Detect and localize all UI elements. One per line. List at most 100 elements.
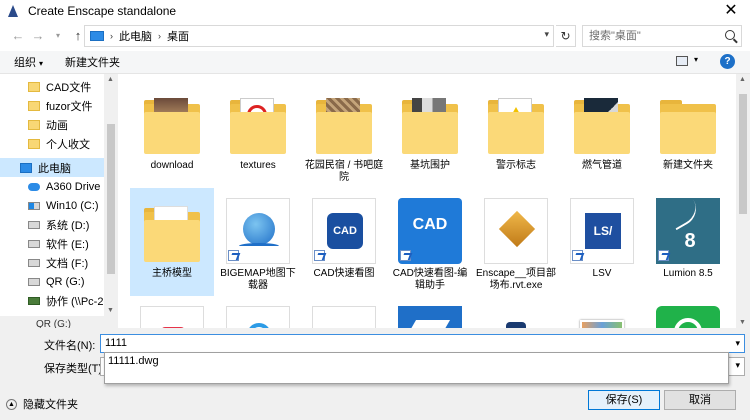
file-item-gas-pipe[interactable]: 燃气管道: [560, 80, 644, 188]
file-item-garden[interactable]: 花园民宿 / 书吧庭院: [302, 80, 386, 188]
sidebar-item-drive-c[interactable]: Win10 (C:): [0, 196, 104, 215]
filename-input[interactable]: 1111 ▾: [100, 334, 745, 353]
scroll-down-icon[interactable]: ▼: [107, 307, 114, 314]
title-bar: Create Enscape standalone ✕: [0, 0, 750, 22]
shortcut-arrow-icon: [658, 250, 669, 261]
folder-icon: [570, 90, 634, 156]
network-drive-icon: [28, 296, 40, 305]
file-item-download[interactable]: download: [130, 80, 214, 188]
address-bar[interactable]: › 此电脑 › 桌面 ▾: [84, 25, 554, 47]
file-item-lumion[interactable]: 8 Lumion 8.5: [646, 188, 730, 296]
scroll-down-icon[interactable]: ▼: [739, 319, 746, 326]
file-item-lsv[interactable]: LS/ LSV: [560, 188, 644, 296]
file-item-partial[interactable]: [388, 296, 472, 328]
folder-icon: [28, 81, 40, 92]
chevron-down-icon[interactable]: ▾: [735, 360, 740, 371]
autocomplete-item[interactable]: 11111.dwg: [108, 355, 159, 367]
drive-icon: [28, 258, 40, 267]
forward-arrow-icon[interactable]: →: [28, 26, 48, 46]
sidebar-item-personal[interactable]: 个人收文: [0, 134, 104, 153]
file-item-partial[interactable]: [474, 296, 558, 328]
sidebar-item-drive-d[interactable]: 系统 (D:): [0, 215, 104, 234]
file-item-partial[interactable]: [216, 296, 300, 328]
sidebar-scrollbar[interactable]: ▲ ▼: [104, 74, 118, 316]
search-input[interactable]: 搜索"桌面": [582, 25, 742, 47]
sidebar-scroll-thumb[interactable]: [107, 124, 115, 274]
breadcrumb-this-pc[interactable]: 此电脑: [119, 28, 152, 44]
file-item-partial[interactable]: [646, 296, 730, 328]
hide-folders-toggle[interactable]: ▲ 隐藏文件夹: [6, 396, 78, 412]
filename-label: 文件名(N):: [44, 340, 96, 352]
file-label: LSV: [592, 268, 612, 279]
file-item-partial[interactable]: [560, 296, 644, 328]
file-item-cad-viewer[interactable]: CAD CAD快速看图: [302, 188, 386, 296]
save-button[interactable]: 保存(S): [588, 390, 660, 410]
file-label: 燃气管道: [582, 160, 622, 171]
cad-logo-text: CAD: [412, 216, 448, 233]
sidebar-item-drive-g[interactable]: QR (G:): [0, 272, 104, 291]
tool-app-icon: [484, 306, 548, 328]
sidebar-item-drive-f[interactable]: 文档 (F:): [0, 253, 104, 272]
file-item-new-folder[interactable]: 新建文件夹: [646, 80, 730, 188]
sidebar-item-a360[interactable]: A360 Drive: [0, 177, 104, 196]
file-item-warning-signs[interactable]: 警示标志: [474, 80, 558, 188]
sidebar-item-animation[interactable]: 动画: [0, 115, 104, 134]
scroll-up-icon[interactable]: ▲: [739, 76, 746, 83]
file-item-bigemap[interactable]: BIGEMAP地图下载器: [216, 188, 300, 296]
filename-value: 1111: [105, 337, 128, 349]
sidebar-item-fuzor[interactable]: fuzor文件: [0, 96, 104, 115]
folder-icon: [656, 90, 720, 156]
recent-locations-chevron-icon[interactable]: ▾: [48, 26, 68, 46]
sidebar-item-network-drive[interactable]: 协作 (\\Pc-20: [0, 291, 104, 310]
blue-ring-app-icon: [226, 306, 290, 328]
view-mode-icon[interactable]: [676, 56, 688, 66]
sidebar-item-label: 此电脑: [38, 162, 71, 175]
sidebar-item-label: fuzor文件: [46, 100, 93, 113]
help-icon[interactable]: ?: [720, 54, 735, 69]
file-item-cad-editor[interactable]: CAD CAD快速看图-编辑助手: [388, 188, 472, 296]
file-grid-scroll-thumb[interactable]: [739, 94, 747, 214]
sidebar-item-drive-e[interactable]: 软件 (E:): [0, 234, 104, 253]
address-dropdown-icon[interactable]: ▾: [544, 29, 549, 40]
address-row: ← → ▾ ↑ › 此电脑 › 桌面 ▾ ↻ 搜索"桌面": [0, 22, 750, 50]
file-item-partial[interactable]: [130, 296, 214, 328]
folder-icon: [28, 119, 40, 130]
computer-icon: [90, 31, 104, 41]
cloud-icon: [28, 182, 40, 191]
scroll-up-icon[interactable]: ▲: [107, 76, 114, 83]
computer-icon: [20, 162, 32, 173]
file-item-excavation[interactable]: 基坑围护: [388, 80, 472, 188]
organize-button[interactable]: 组织 ▾: [14, 54, 43, 70]
sidebar-item-cad[interactable]: CAD文件: [0, 77, 104, 96]
cad-logo-text: CAD: [327, 213, 363, 249]
breadcrumb-desktop[interactable]: 桌面: [167, 28, 189, 44]
shortcut-arrow-icon: [228, 250, 239, 261]
refresh-icon[interactable]: ↻: [556, 25, 576, 47]
drive-icon: [28, 277, 40, 286]
cancel-button[interactable]: 取消: [664, 390, 736, 410]
file-label: 主桥模型: [152, 268, 192, 279]
file-item-main-bridge[interactable]: 主桥模型: [130, 188, 214, 296]
red-app-icon: [140, 306, 204, 328]
sidebar-item-this-pc[interactable]: 此电脑: [0, 158, 104, 177]
file-grid-scrollbar[interactable]: ▲ ▼: [736, 74, 750, 328]
toolbar: 组织 ▾ 新建文件夹 ▾ ?: [0, 51, 750, 74]
file-label: Enscape__项目部场布.rvt.exe: [475, 268, 557, 291]
file-item-partial[interactable]: [302, 296, 386, 328]
sidebar-item-label: 个人收文: [46, 138, 90, 151]
chevron-down-icon[interactable]: ▾: [735, 335, 740, 352]
shortcut-arrow-icon: [572, 250, 583, 261]
breadcrumb-separator-icon[interactable]: ›: [110, 31, 113, 41]
close-icon[interactable]: ✕: [722, 2, 740, 20]
sidebar-item-label: 系统 (D:): [46, 219, 90, 232]
breadcrumb-separator-icon[interactable]: ›: [158, 31, 161, 41]
view-mode-chevron-icon[interactable]: ▾: [694, 55, 698, 64]
back-arrow-icon[interactable]: ←: [8, 26, 28, 46]
gray-app-icon: [312, 306, 376, 328]
file-item-enscape-exe[interactable]: Enscape__项目部场布.rvt.exe: [474, 188, 558, 296]
new-folder-button[interactable]: 新建文件夹: [65, 54, 120, 70]
hide-folders-label: 隐藏文件夹: [23, 399, 78, 411]
search-placeholder: 搜索"桌面": [589, 30, 641, 42]
green-app-icon: [656, 306, 720, 328]
file-item-textures[interactable]: textures: [216, 80, 300, 188]
